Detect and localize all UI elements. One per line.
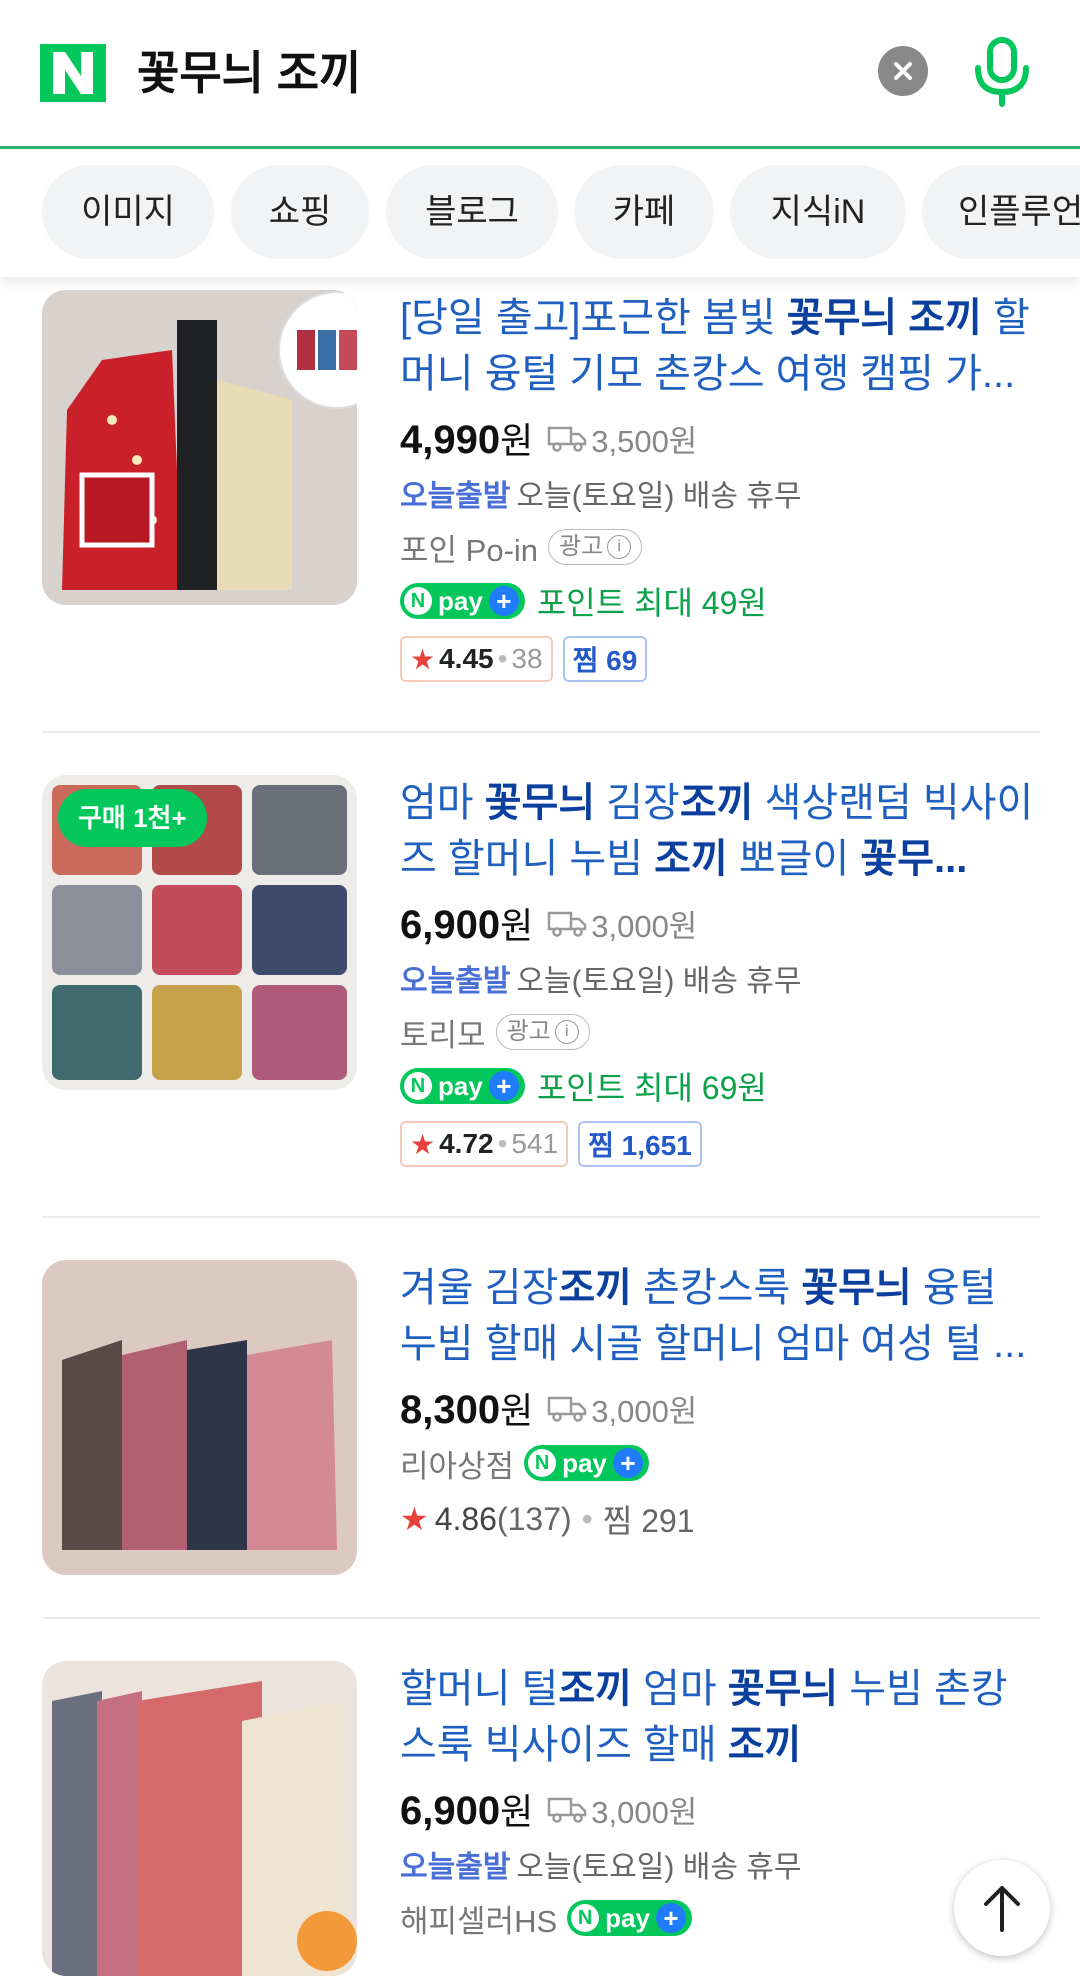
delivery-note: 오늘(토요일) 배송 휴무 <box>516 965 802 998</box>
rating-row: ★ 4.72 • 541 찜 1,651 <box>400 1117 1040 1171</box>
product-card[interactable]: 구매 1천+ 엄마 꽃무늬 김장조끼 색상랜덤 빅사이즈 할머니 누빔 조끼 뽀… <box>0 775 1080 1215</box>
truck-icon <box>547 426 587 452</box>
product-title[interactable]: 엄마 꽃무늬 김장조끼 색상랜덤 빅사이즈 할머니 누빔 조끼 뽀글이 꽃무..… <box>400 775 1040 887</box>
point-text: 포인트 최대 49원 <box>536 585 767 621</box>
product-title[interactable]: 겨울 김장조끼 촌캉스룩 꽃무늬 융털 누빔 할매 시골 할머니 엄마 여성 털… <box>400 1260 1040 1372</box>
seller-row: 포인 Po-in 광고 i <box>400 520 1040 574</box>
star-icon: ★ <box>410 643 436 675</box>
product-image[interactable] <box>42 1260 357 1575</box>
seller-name[interactable]: 포인 Po-in <box>400 525 538 570</box>
price: 8,300원 <box>400 1388 534 1432</box>
tab-influencer[interactable]: 인플루언서 <box>922 165 1080 259</box>
npay-badge: Npay + <box>524 1445 649 1481</box>
rating-text: ★ 4.86 (137) • 찜 291 <box>400 1500 695 1540</box>
seller-row: 리아상점 Npay + <box>400 1436 1040 1490</box>
shipping-fee: 3,000원 <box>591 1794 698 1830</box>
product-image[interactable] <box>42 1661 357 1976</box>
truck-icon <box>547 911 587 937</box>
close-icon <box>894 62 912 80</box>
delivery-note: 오늘(토요일) 배송 휴무 <box>516 480 802 513</box>
tab-knowledge-in[interactable]: 지식iN <box>730 165 906 259</box>
zzim-badge: 찜 69 <box>562 636 648 682</box>
point-text: 포인트 최대 69원 <box>536 1070 767 1106</box>
seller-row: 해피셀러HS Npay + <box>400 1891 1040 1945</box>
npay-row: Npay + 포인트 최대 69원 <box>400 1059 1040 1113</box>
arrow-up-icon <box>984 1886 1020 1932</box>
search-bar: 꽃무늬 조끼 <box>0 0 1080 149</box>
truck-icon <box>547 1396 587 1422</box>
shipping-fee: 3,000원 <box>591 1393 698 1429</box>
info-icon: i <box>607 535 632 559</box>
purchase-badge: 구매 1천+ <box>58 789 207 847</box>
today-ship-label: 오늘출발 <box>400 965 511 998</box>
product-info: 할머니 털조끼 엄마 꽃무늬 누빔 촌캉스룩 빅사이즈 할매 조끼 6,900원… <box>400 1661 1040 1945</box>
search-tabs: 이미지 쇼핑 블로그 카페 지식iN 인플루언서 <box>0 149 1080 277</box>
product-info: 엄마 꽃무늬 김장조끼 색상랜덤 빅사이즈 할머니 누빔 조끼 뽀글이 꽃무..… <box>400 775 1040 1171</box>
seller-name[interactable]: 해피셀러HS <box>400 1896 557 1941</box>
price-row: 4,990원 3,500원 <box>400 410 1040 466</box>
price: 4,990원 <box>400 418 534 462</box>
today-ship-label: 오늘출발 <box>400 480 511 513</box>
product-image[interactable] <box>42 290 357 605</box>
shipping-fee: 3,500원 <box>591 423 698 459</box>
delivery-note: 오늘(토요일) 배송 휴무 <box>516 1851 802 1884</box>
tab-images[interactable]: 이미지 <box>42 165 214 259</box>
ad-badge[interactable]: 광고 i <box>495 1014 590 1050</box>
delivery-row: 오늘출발 오늘(토요일) 배송 휴무 <box>400 951 1040 1005</box>
divider <box>42 1617 1040 1619</box>
info-icon: i <box>554 1020 579 1044</box>
product-card[interactable]: 할머니 털조끼 엄마 꽃무늬 누빔 촌캉스룩 빅사이즈 할매 조끼 6,900원… <box>0 1661 1080 1976</box>
price-row: 6,900원 3,000원 <box>400 1781 1040 1837</box>
truck-icon <box>547 1797 587 1823</box>
tab-blog[interactable]: 블로그 <box>386 165 558 259</box>
tab-cafe[interactable]: 카페 <box>574 165 714 259</box>
seller-name[interactable]: 리아상점 <box>400 1441 514 1486</box>
price: 6,900원 <box>400 903 534 947</box>
seller-row: 토리모 광고 i <box>400 1005 1040 1059</box>
tab-shopping[interactable]: 쇼핑 <box>231 165 369 259</box>
star-icon: ★ <box>410 1128 436 1160</box>
rating-badge: ★ 4.72 • 541 <box>400 1121 569 1167</box>
microphone-icon[interactable] <box>970 36 1034 108</box>
npay-badge: Npay + <box>567 1900 692 1936</box>
rating-row: ★ 4.45 • 38 찜 69 <box>400 632 1040 686</box>
npay-row: Npay + 포인트 최대 49원 <box>400 574 1040 628</box>
price-row: 6,900원 3,000원 <box>400 895 1040 951</box>
delivery-row: 오늘출발 오늘(토요일) 배송 휴무 <box>400 1837 1040 1891</box>
divider <box>42 731 1040 733</box>
today-ship-label: 오늘출발 <box>400 1851 511 1884</box>
npay-badge: Npay + <box>400 1068 525 1104</box>
shipping-fee: 3,000원 <box>591 908 698 944</box>
product-card[interactable]: 겨울 김장조끼 촌캉스룩 꽃무늬 융털 누빔 할매 시골 할머니 엄마 여성 털… <box>0 1260 1080 1620</box>
price: 6,900원 <box>400 1789 534 1833</box>
product-info: [당일 출고]포근한 봄빛 꽃무늬 조끼 할머니 융털 기모 촌캉스 여행 캠핑… <box>400 290 1040 686</box>
star-icon: ★ <box>400 1501 429 1537</box>
rating-row: ★ 4.86 (137) • 찜 291 <box>400 1492 1040 1546</box>
scroll-top-button[interactable] <box>954 1860 1050 1956</box>
product-card[interactable]: [당일 출고]포근한 봄빛 꽃무늬 조끼 할머니 융털 기모 촌캉스 여행 캠핑… <box>0 290 1080 730</box>
naver-logo[interactable] <box>40 44 106 102</box>
search-query[interactable]: 꽃무늬 조끼 <box>137 44 361 102</box>
product-title[interactable]: [당일 출고]포근한 봄빛 꽃무늬 조끼 할머니 융털 기모 촌캉스 여행 캠핑… <box>400 290 1040 402</box>
ad-badge[interactable]: 광고 i <box>548 529 643 565</box>
divider <box>42 1216 1040 1218</box>
product-info: 겨울 김장조끼 촌캉스룩 꽃무늬 융털 누빔 할매 시골 할머니 엄마 여성 털… <box>400 1260 1040 1546</box>
zzim-badge: 찜 1,651 <box>578 1121 702 1167</box>
delivery-row: 오늘출발 오늘(토요일) 배송 휴무 <box>400 466 1040 520</box>
rating-badge: ★ 4.45 • 38 <box>400 636 553 682</box>
product-title[interactable]: 할머니 털조끼 엄마 꽃무늬 누빔 촌캉스룩 빅사이즈 할매 조끼 <box>400 1661 1040 1773</box>
clear-search-button[interactable] <box>878 46 928 96</box>
price-row: 8,300원 3,000원 <box>400 1380 1040 1436</box>
seller-name[interactable]: 토리모 <box>400 1010 486 1055</box>
npay-badge: Npay + <box>400 583 525 619</box>
